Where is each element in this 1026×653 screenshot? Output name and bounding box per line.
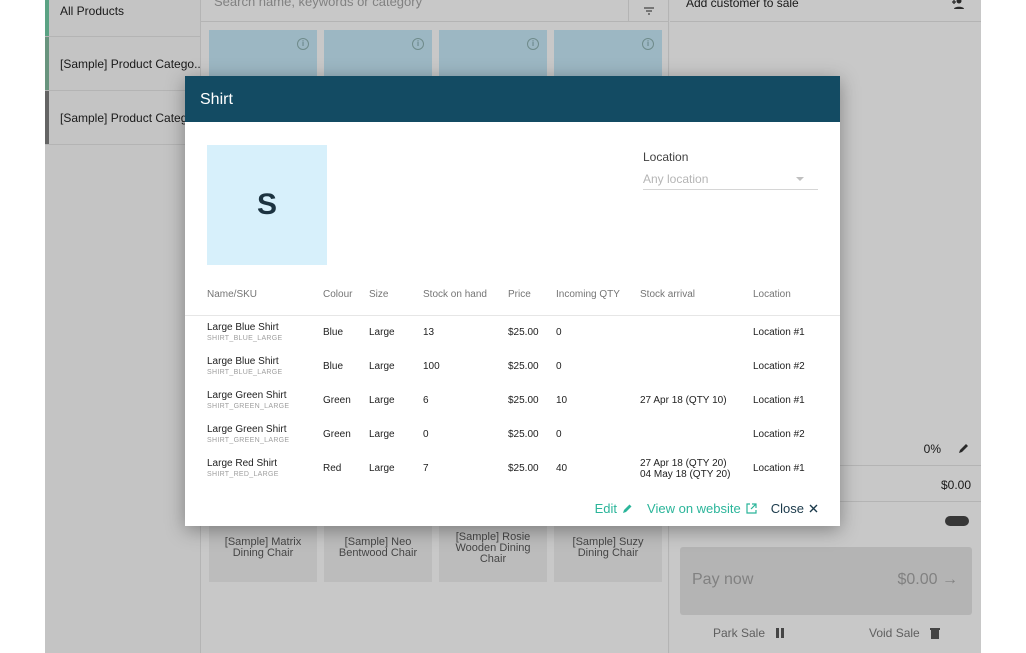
variant-arrival: 27 Apr 18 (QTY 10) — [640, 395, 727, 406]
variant-arrival: 27 Apr 18 (QTY 20) — [640, 458, 727, 469]
column-header: Incoming QTY — [556, 289, 620, 300]
variant-incoming: 10 — [556, 395, 568, 406]
column-header: Colour — [323, 289, 353, 300]
variant-name: Large Blue Shirt — [207, 356, 279, 367]
variant-name: Large Green Shirt — [207, 390, 287, 401]
variant-stock: 0 — [423, 429, 429, 440]
variant-colour: Blue — [323, 327, 344, 338]
variant-size: Large — [369, 361, 395, 372]
table-row[interactable]: Large Red Shirt SHIRT_RED_LARGE Red Larg… — [185, 457, 840, 491]
external-link-icon — [746, 503, 757, 514]
column-header: Location — [753, 289, 791, 300]
column-header: Name/SKU — [207, 289, 258, 300]
variant-sku: SHIRT_GREEN_LARGE — [207, 437, 290, 444]
variant-sku: SHIRT_GREEN_LARGE — [207, 403, 290, 410]
variant-price: $25.00 — [508, 395, 539, 406]
variant-location: Location #2 — [753, 429, 805, 440]
variant-incoming: 0 — [556, 327, 562, 338]
variant-incoming: 40 — [556, 463, 568, 474]
variant-colour: Blue — [323, 361, 344, 372]
variant-name: Large Blue Shirt — [207, 322, 279, 333]
variant-colour: Red — [323, 463, 342, 474]
close-button[interactable]: Close — [771, 501, 818, 516]
product-modal: Shirt S Location Any location Name/SKU C… — [185, 76, 840, 526]
pencil-icon — [623, 504, 632, 513]
table-row[interactable]: Large Blue Shirt SHIRT_BLUE_LARGE Blue L… — [185, 355, 840, 389]
variant-stock: 7 — [423, 463, 429, 474]
location-select-value: Any location — [643, 172, 709, 186]
variant-colour: Green — [323, 395, 351, 406]
variant-stock: 6 — [423, 395, 429, 406]
modal-actions: Edit View on website Close — [581, 501, 818, 516]
edit-label: Edit — [594, 501, 618, 516]
chevron-down-icon — [796, 177, 804, 181]
table-header: Name/SKU Colour Size Stock on hand Price… — [185, 281, 840, 316]
variant-size: Large — [369, 327, 395, 338]
column-header: Size — [369, 289, 389, 300]
variant-price: $25.00 — [508, 327, 539, 338]
view-on-website-label: View on website — [647, 501, 741, 516]
variant-size: Large — [369, 463, 395, 474]
column-header: Stock arrival — [640, 289, 696, 300]
variant-size: Large — [369, 395, 395, 406]
variant-arrival: 04 May 18 (QTY 20) — [640, 469, 731, 480]
variant-location: Location #1 — [753, 395, 805, 406]
variant-location: Location #2 — [753, 361, 805, 372]
column-header: Price — [508, 289, 531, 300]
edit-button[interactable]: Edit — [595, 501, 633, 516]
location-label: Location — [643, 150, 689, 164]
close-icon — [809, 504, 818, 513]
column-header: Stock on hand — [423, 289, 487, 300]
variant-location: Location #1 — [753, 463, 805, 474]
variant-price: $25.00 — [508, 463, 539, 474]
variant-stock: 13 — [423, 327, 435, 338]
variant-price: $25.00 — [508, 429, 539, 440]
variant-price: $25.00 — [508, 361, 539, 372]
table-row[interactable]: Large Blue Shirt SHIRT_BLUE_LARGE Blue L… — [185, 321, 840, 355]
variant-incoming: 0 — [556, 361, 562, 372]
variant-sku: SHIRT_BLUE_LARGE — [207, 369, 283, 376]
table-row[interactable]: Large Green Shirt SHIRT_GREEN_LARGE Gree… — [185, 389, 840, 423]
variant-location: Location #1 — [753, 327, 805, 338]
close-label: Close — [770, 501, 804, 516]
modal-title: Shirt — [185, 76, 840, 122]
location-select[interactable]: Any location — [643, 172, 818, 190]
variant-incoming: 0 — [556, 429, 562, 440]
variant-sku: SHIRT_RED_LARGE — [207, 471, 279, 478]
variant-name: Large Red Shirt — [207, 458, 278, 469]
view-on-website-button[interactable]: View on website — [647, 501, 757, 516]
variant-name: Large Green Shirt — [207, 424, 287, 435]
variant-size: Large — [369, 429, 395, 440]
variant-colour: Green — [323, 429, 351, 440]
variant-sku: SHIRT_BLUE_LARGE — [207, 335, 283, 342]
table-row[interactable]: Large Green Shirt SHIRT_GREEN_LARGE Gree… — [185, 423, 840, 457]
variant-stock: 100 — [423, 361, 440, 372]
product-avatar: S — [207, 145, 327, 265]
